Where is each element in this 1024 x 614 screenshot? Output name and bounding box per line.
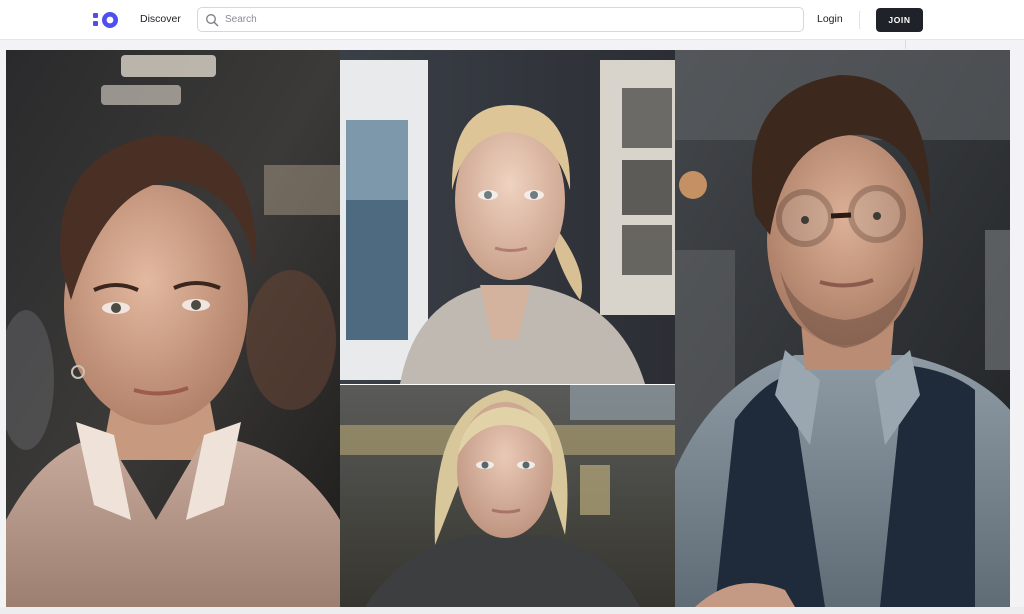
search-bar[interactable] <box>197 7 804 32</box>
login-link[interactable]: Login <box>817 13 843 25</box>
portrait-image <box>6 50 340 607</box>
top-navbar: Discover Login JOIN <box>0 0 1024 40</box>
photo-card-woman-blonde-jacket[interactable] <box>340 385 675 607</box>
photo-card-man-glasses[interactable] <box>675 50 1010 607</box>
header-tick <box>905 40 906 49</box>
nav-discover-link[interactable]: Discover <box>140 13 181 25</box>
join-button[interactable]: JOIN <box>876 8 923 32</box>
page-bottom-strip <box>0 607 1024 614</box>
portrait-image <box>675 50 1010 607</box>
search-icon <box>206 13 219 26</box>
photo-grid <box>6 50 1010 607</box>
brand-logo-icon[interactable] <box>92 10 120 30</box>
search-input[interactable] <box>225 14 785 25</box>
photo-card-woman-blonde-ponytail[interactable] <box>340 50 675 384</box>
portrait-image <box>340 50 675 384</box>
portrait-image <box>340 385 675 607</box>
nav-divider <box>859 11 860 29</box>
photo-card-woman-brown-hair[interactable] <box>6 50 340 607</box>
